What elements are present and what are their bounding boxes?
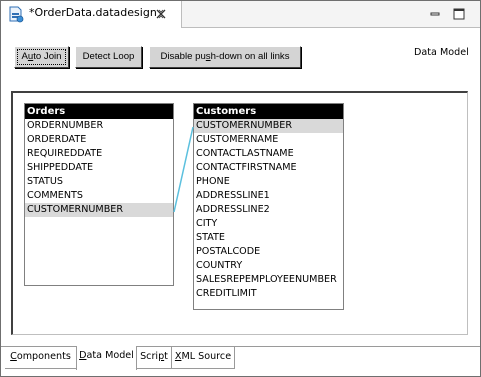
customers-column-row[interactable]: ADDRESSLINE2 — [194, 203, 343, 217]
customers-column-row[interactable]: CREDITLIMIT — [194, 287, 343, 301]
customers-column-row[interactable]: CONTACTLASTNAME — [194, 147, 343, 161]
minimize-icon[interactable] — [428, 7, 442, 21]
maximize-icon[interactable] — [452, 7, 466, 21]
customers-column-row[interactable]: STATE — [194, 231, 343, 245]
customers-column-row[interactable]: ADDRESSLINE1 — [194, 189, 343, 203]
customers-table[interactable]: Customers CUSTOMERNUMBER CUSTOMERNAME CONT… — [193, 103, 344, 310]
section-label: Data Model — [414, 47, 469, 58]
orders-column-row[interactable]: ORDERDATE — [25, 133, 173, 147]
customers-column-row[interactable]: CITY — [194, 217, 343, 231]
orders-column-row[interactable]: STATUS — [25, 175, 173, 189]
tab-components[interactable]: Components — [5, 347, 77, 369]
editor-tab-bar: *OrderData.datadesign — [1, 1, 480, 28]
orders-column-row[interactable]: SHIPPEDDATE — [25, 161, 173, 175]
tab-script[interactable]: Script — [137, 347, 172, 369]
orders-columns: ORDERNUMBER ORDERDATE REQUIREDDATE SHIPPEDD… — [25, 119, 173, 217]
tab-xml-source[interactable]: XML Source — [172, 347, 235, 369]
customers-column-row[interactable]: CUSTOMERNUMBER — [194, 119, 343, 133]
orders-column-row[interactable]: ORDERNUMBER — [25, 119, 173, 133]
customers-column-row[interactable]: COUNTRY — [194, 259, 343, 273]
customers-column-row[interactable]: CONTACTFIRSTNAME — [194, 161, 343, 175]
detect-loop-button[interactable]: Detect Loop — [75, 46, 142, 68]
auto-join-button[interactable]: Auto Join — [14, 46, 69, 68]
close-icon[interactable] — [156, 9, 166, 19]
customers-column-row[interactable]: PHONE — [194, 175, 343, 189]
editor-tab-title: *OrderData.datadesign — [29, 6, 157, 19]
disable-push-down-button[interactable]: Disable push-down on all links — [149, 46, 301, 68]
orders-column-row[interactable]: REQUIREDDATE — [25, 147, 173, 161]
customers-column-row[interactable]: POSTALCODE — [194, 245, 343, 259]
customers-column-row[interactable]: SALESREPEMPLOYEENUMBER — [194, 273, 343, 287]
customers-columns: CUSTOMERNUMBER CUSTOMERNAME CONTACTLASTNAM… — [194, 119, 343, 301]
customers-column-row[interactable]: CUSTOMERNAME — [194, 133, 343, 147]
orders-table-header[interactable]: Orders — [25, 104, 173, 119]
orders-column-row[interactable]: CUSTOMERNUMBER — [25, 203, 173, 217]
tab-data-model[interactable]: Data Model — [76, 346, 137, 370]
editor-page-tabs: Components Data Model Script XML Source — [1, 346, 480, 376]
editor-tab[interactable]: *OrderData.datadesign — [1, 1, 182, 28]
datadesign-file-icon — [9, 6, 24, 23]
customers-table-header[interactable]: Customers — [194, 104, 343, 119]
orders-column-row[interactable]: COMMENTS — [25, 189, 173, 203]
orders-table[interactable]: Orders ORDERNUMBER ORDERDATE REQUIREDDATE S… — [24, 103, 174, 286]
